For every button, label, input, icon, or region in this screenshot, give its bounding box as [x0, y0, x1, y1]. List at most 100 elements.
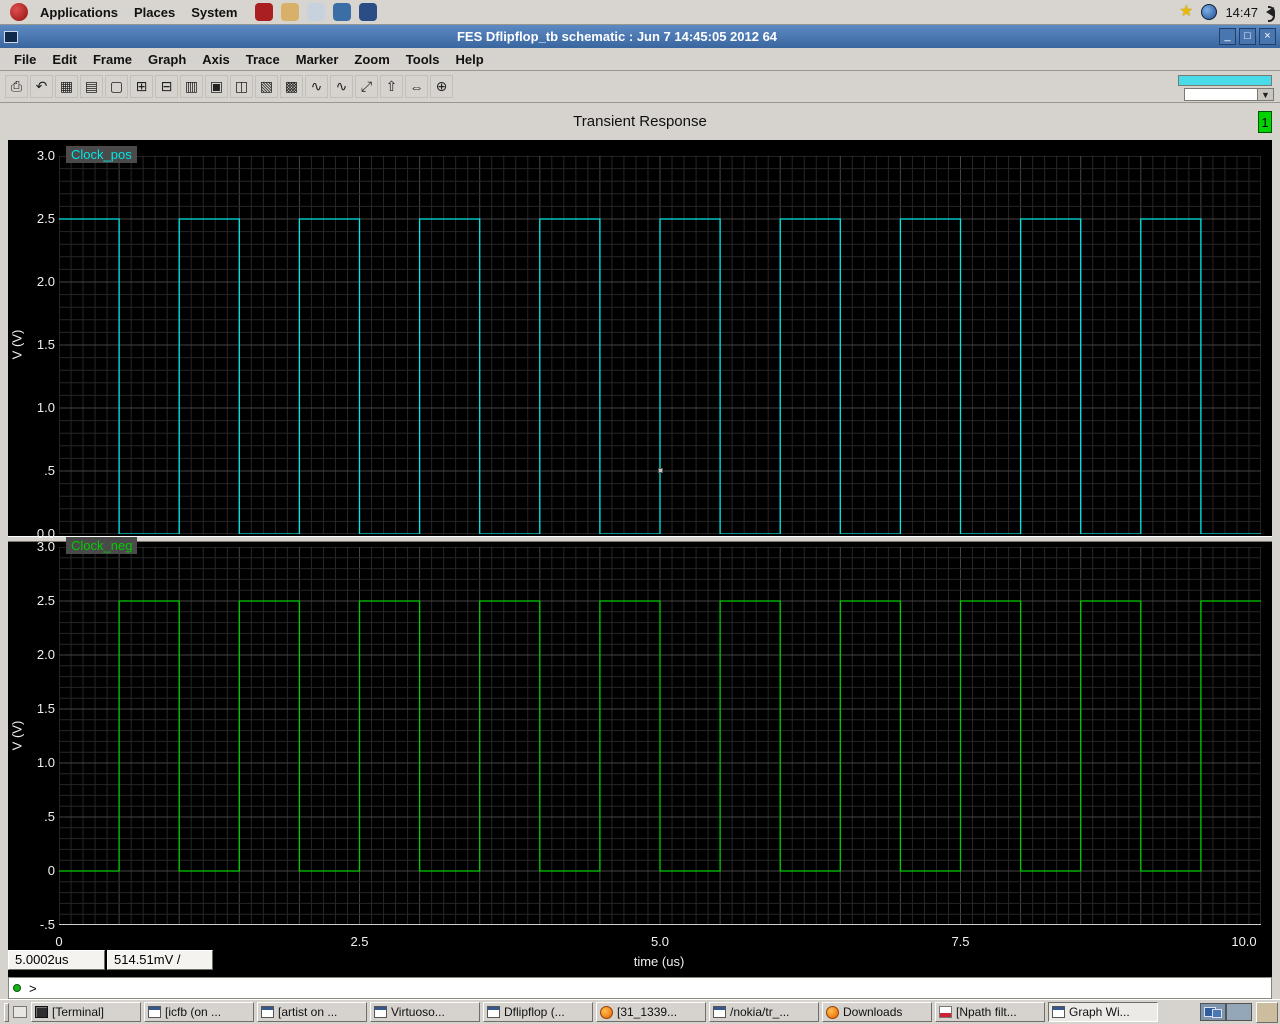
task-button-label: Graph Wi... — [1069, 1005, 1130, 1019]
menu-graph[interactable]: Graph — [140, 50, 194, 69]
browser-launcher-icon[interactable] — [255, 3, 274, 21]
menu-trace[interactable]: Trace — [238, 50, 288, 69]
task-buttons: [Terminal] [icfb (on ... [artist on ... Vir… — [31, 1002, 1161, 1022]
y-tick-label: 1.5 — [36, 701, 55, 716]
close-button[interactable]: × — [1259, 28, 1276, 45]
y-tick-label: 2.5 — [36, 211, 55, 226]
graph-title: Transient Response — [573, 113, 707, 130]
menu-frame[interactable]: Frame — [85, 50, 140, 69]
trace-light-icon[interactable]: ∿ — [330, 75, 353, 98]
workspace-switcher — [1200, 1003, 1252, 1021]
task-button[interactable]: [icfb (on ... — [144, 1002, 254, 1022]
office-launcher-icon[interactable] — [333, 3, 352, 21]
menu-zoom[interactable]: Zoom — [346, 50, 397, 69]
trace-label-clock-neg[interactable]: Clock_neg — [66, 537, 138, 554]
task-button[interactable]: Downloads — [822, 1002, 932, 1022]
command-prompt: > — [29, 980, 37, 996]
table-view-icon[interactable]: ▩ — [280, 75, 303, 98]
trace-dark-icon[interactable]: ∿ — [305, 75, 328, 98]
task-button[interactable]: Virtuoso... — [370, 1002, 480, 1022]
task-button-label: [artist on ... — [278, 1005, 338, 1019]
terminal-icon — [35, 1006, 48, 1018]
menu-tools[interactable]: Tools — [398, 50, 448, 69]
crosshair-icon[interactable]: ⊕ — [430, 75, 453, 98]
y-tick-label: -.5 — [39, 917, 55, 932]
overlay-icon[interactable]: ▣ — [205, 75, 228, 98]
task-button[interactable]: [31_1339... — [596, 1002, 706, 1022]
y-tick-label: 2.0 — [36, 274, 55, 289]
workspace-2[interactable] — [1226, 1003, 1252, 1021]
zoom-fit-icon[interactable]: ⤢ — [355, 75, 378, 98]
pan-vertical-icon[interactable]: ⇧ — [380, 75, 403, 98]
desktop: Applications Places System ★ 14:47 FES Dfl… — [0, 0, 1280, 1024]
firefox-icon — [826, 1005, 839, 1019]
email-launcher-icon[interactable] — [281, 3, 300, 21]
maximize-button[interactable]: □ — [1239, 28, 1256, 45]
window-icon — [1052, 1006, 1065, 1018]
task-button[interactable]: Graph Wi... — [1048, 1002, 1158, 1022]
task-button-label: Virtuoso... — [391, 1005, 445, 1019]
panel-tray: ★ 14:47 — [1179, 4, 1275, 22]
taskbar-end-box[interactable] — [1256, 1001, 1278, 1023]
panel-menu-places[interactable]: Places — [126, 3, 183, 22]
menu-help[interactable]: Help — [447, 50, 491, 69]
panel-clock[interactable]: 14:47 — [1225, 5, 1258, 20]
menu-file[interactable]: File — [6, 50, 44, 69]
redhat-menu-icon[interactable] — [10, 3, 28, 21]
strip-chart-icon[interactable]: ▥ — [180, 75, 203, 98]
window-icon — [148, 1006, 161, 1018]
window-icon — [261, 1006, 274, 1018]
y-tick-label: 3.0 — [36, 148, 55, 163]
window-titlebar[interactable]: FES Dflipflop_tb schematic : Jun 7 14:45… — [0, 25, 1280, 48]
clock-neg-trace[interactable] — [59, 600, 1261, 872]
clock-neg-subplot[interactable] — [59, 547, 1261, 925]
menu-marker[interactable]: Marker — [288, 50, 347, 69]
menu-axis[interactable]: Axis — [194, 50, 237, 69]
task-button[interactable]: Dflipflop (... — [483, 1002, 593, 1022]
x-tick-label: 5.0 — [650, 934, 670, 949]
task-button[interactable]: [Npath filt... — [935, 1002, 1045, 1022]
major-grid-icon[interactable]: ▦ — [55, 75, 78, 98]
split-vertical-icon[interactable]: ◫ — [230, 75, 253, 98]
new-window-icon[interactable]: ⊞ — [130, 75, 153, 98]
notes-launcher-icon[interactable] — [307, 3, 326, 21]
workspace-1[interactable] — [1200, 1003, 1226, 1021]
subwindow-icon[interactable]: ⊟ — [155, 75, 178, 98]
menu-edit[interactable]: Edit — [44, 50, 85, 69]
x-tick-label: 2.5 — [350, 934, 369, 949]
minor-grid-icon[interactable]: ▤ — [80, 75, 103, 98]
combo-field[interactable] — [1184, 88, 1258, 101]
clock-pos-trace[interactable] — [59, 218, 1261, 534]
cursor-time-readout: 5.0002us — [8, 950, 105, 970]
task-button[interactable]: /nokia/tr_... — [709, 1002, 819, 1022]
star-icon[interactable]: ★ — [1179, 4, 1193, 20]
panel-menu-system[interactable]: System — [183, 3, 245, 22]
x-tick-label: 10.0 — [1231, 934, 1257, 949]
clock-pos-subplot[interactable] — [59, 156, 1261, 534]
pan-horizontal-icon[interactable]: ⇔ — [405, 75, 428, 98]
y-tick-label: 0 — [47, 863, 55, 878]
print-icon[interactable]: ⎙ — [5, 75, 28, 98]
command-input[interactable]: > — [8, 977, 1272, 999]
desktop-panel: Applications Places System ★ 14:47 — [0, 0, 1280, 25]
toolbar: ▼ ⎙ ↶ ▦ ▤ ▢ ⊞ ⊟ ▥ ▣ ◫ ▧ ▩ ∿ ∿ ⤢ ⇧ ⇔ ⊕ — [0, 71, 1280, 103]
status-led-icon — [13, 984, 21, 992]
workspace-icon[interactable]: ▢ — [105, 75, 128, 98]
panel-menu-applications[interactable]: Applications — [32, 3, 126, 22]
task-button[interactable]: [artist on ... — [257, 1002, 367, 1022]
undo-icon[interactable]: ↶ — [30, 75, 53, 98]
bluetooth-icon[interactable] — [1201, 4, 1218, 20]
draw-launcher-icon[interactable] — [359, 3, 378, 21]
minimize-button[interactable]: _ — [1219, 28, 1236, 45]
plot-canvas[interactable]: Clock_pos Clock_neg V (V) V (V) time (us… — [8, 140, 1272, 977]
volume-icon[interactable] — [1266, 6, 1275, 22]
trace-label-clock-pos[interactable]: Clock_pos — [66, 146, 137, 163]
window-menu-icon[interactable] — [4, 30, 18, 43]
stack-icon[interactable]: ▧ — [255, 75, 278, 98]
y-tick-label: 1.0 — [36, 755, 55, 770]
chevron-down-icon[interactable]: ▼ — [1258, 88, 1274, 101]
taskbar-handle[interactable] — [4, 1002, 9, 1022]
task-button[interactable]: [Terminal] — [31, 1002, 141, 1022]
y-tick-label: 2.5 — [36, 593, 55, 608]
zoom-combo[interactable]: ▼ — [1178, 88, 1274, 101]
